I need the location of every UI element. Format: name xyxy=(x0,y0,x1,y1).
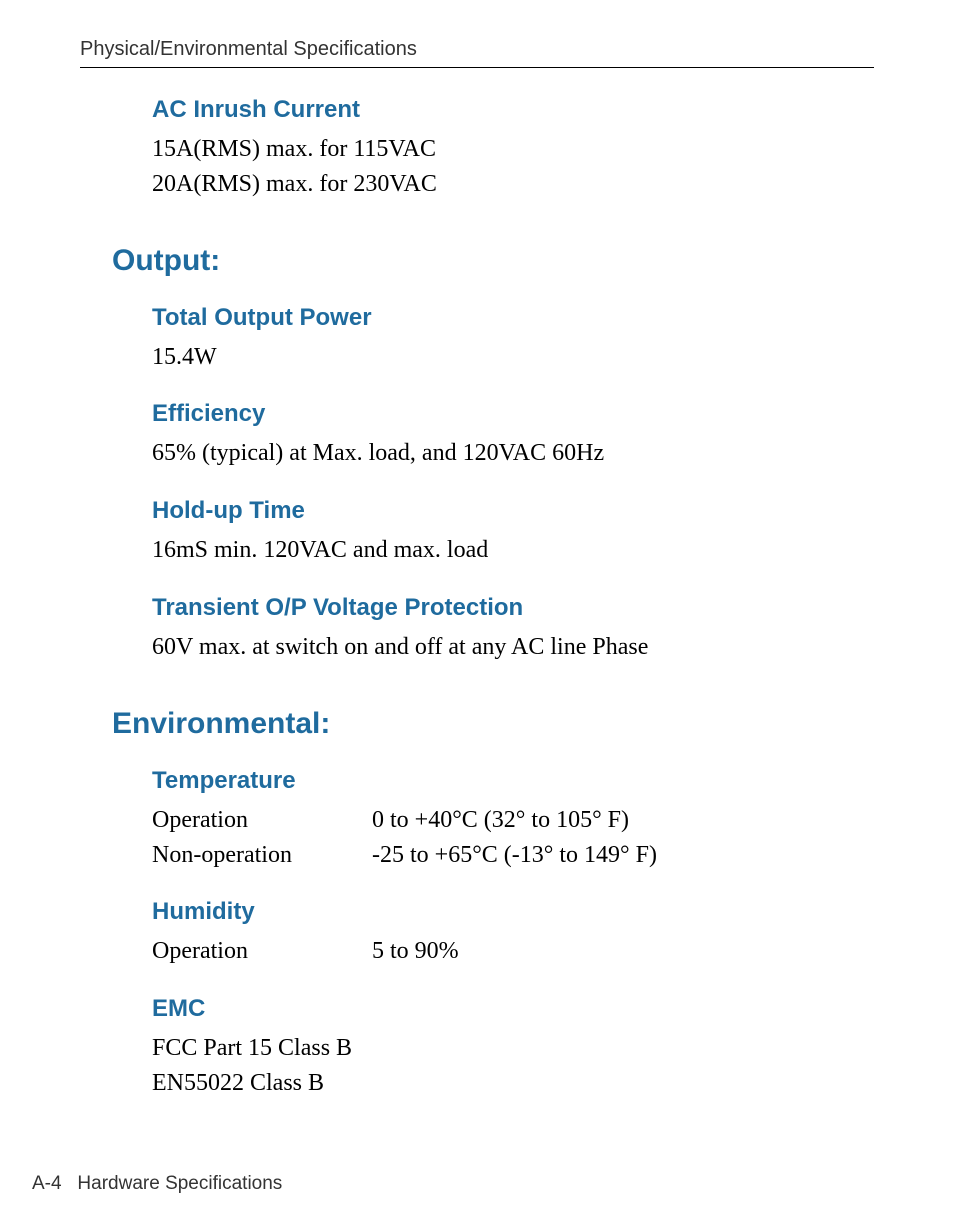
heading-ac-inrush: AC Inrush Current xyxy=(152,96,874,124)
page: Physical/Environmental Specifications AC… xyxy=(0,0,954,1227)
transient-value: 60V max. at switch on and off at any AC … xyxy=(152,630,874,665)
footer-label: Hardware Specifications xyxy=(77,1173,282,1194)
total-power-value: 15.4W xyxy=(152,340,874,375)
heading-output: Output: xyxy=(112,244,874,278)
temp-operation-value: 0 to +40°C (32° to 105° F) xyxy=(372,803,629,838)
emc-line-1: FCC Part 15 Class B xyxy=(152,1031,874,1066)
efficiency-value: 65% (typical) at Max. load, and 120VAC 6… xyxy=(152,436,874,471)
humidity-operation-label: Operation xyxy=(152,934,372,969)
emc-line-2: EN55022 Class B xyxy=(152,1066,874,1101)
ac-inrush-line-2: 20A(RMS) max. for 230VAC xyxy=(152,167,874,202)
heading-humidity: Humidity xyxy=(152,898,874,926)
humidity-row: Operation 5 to 90% xyxy=(152,934,874,969)
temp-nonop-row: Non-operation -25 to +65°C (-13° to 149°… xyxy=(152,838,874,873)
humidity-operation-value: 5 to 90% xyxy=(372,934,459,969)
temp-nonop-value: -25 to +65°C (-13° to 149° F) xyxy=(372,838,657,873)
heading-total-power: Total Output Power xyxy=(152,304,874,332)
holdup-value: 16mS min. 120VAC and max. load xyxy=(152,533,874,568)
temp-nonop-label: Non-operation xyxy=(152,838,372,873)
page-number: A-4 xyxy=(32,1173,62,1194)
ac-inrush-line-1: 15A(RMS) max. for 115VAC xyxy=(152,132,874,167)
page-header: Physical/Environmental Specifications xyxy=(80,38,874,68)
temp-operation-row: Operation 0 to +40°C (32° to 105° F) xyxy=(152,803,874,838)
page-footer: A-4 Hardware Specifications xyxy=(32,1173,282,1195)
heading-temperature: Temperature xyxy=(152,767,874,795)
heading-environmental: Environmental: xyxy=(112,707,874,741)
heading-transient: Transient O/P Voltage Protection xyxy=(152,594,874,622)
heading-emc: EMC xyxy=(152,995,874,1023)
section-output: Total Output Power 15.4W Efficiency 65% … xyxy=(152,304,874,665)
heading-efficiency: Efficiency xyxy=(152,400,874,428)
section-ac-inrush: AC Inrush Current 15A(RMS) max. for 115V… xyxy=(152,96,874,202)
heading-holdup: Hold-up Time xyxy=(152,497,874,525)
temp-operation-label: Operation xyxy=(152,803,372,838)
section-environmental: Temperature Operation 0 to +40°C (32° to… xyxy=(152,767,874,1101)
